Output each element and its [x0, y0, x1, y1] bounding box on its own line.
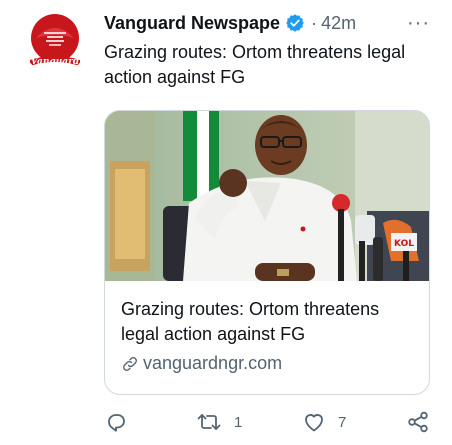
- vanguard-logo-icon: Vanguard: [22, 8, 88, 74]
- card-domain-text: vanguardngr.com: [143, 353, 283, 373]
- retweet-icon: [196, 410, 222, 434]
- like-count: 7: [338, 413, 347, 431]
- retweet-button[interactable]: 1: [196, 410, 242, 434]
- like-button[interactable]: 7: [302, 410, 346, 434]
- heart-icon: [302, 410, 326, 434]
- card-domain[interactable]: vanguardngr.com: [121, 353, 282, 374]
- mic-label: KOL: [394, 239, 414, 249]
- card-image: KOL: [105, 111, 429, 281]
- tweet[interactable]: Vanguard Vanguard Newspape · 42m ··· Gra…: [0, 0, 452, 445]
- share-icon: [406, 410, 430, 434]
- more-icon[interactable]: ···: [407, 12, 430, 35]
- card-title: Grazing routes: Ortom threatens legal ac…: [121, 299, 380, 344]
- reply-icon: [104, 410, 128, 434]
- avatar-brand-text: Vanguard: [31, 57, 80, 67]
- link-card[interactable]: KOL Grazing routes: Ortom threatens lega…: [104, 110, 430, 395]
- verified-badge-icon: [285, 13, 305, 33]
- time-separator: ·: [311, 12, 318, 33]
- action-bar: 1 7: [104, 410, 434, 436]
- tweet-header: Vanguard Newspape · 42m ···: [104, 10, 436, 36]
- tweet-text: Grazing routes: Ortom threatens legal ac…: [104, 42, 406, 87]
- link-icon: [121, 355, 139, 373]
- author-name[interactable]: Vanguard Newspape: [104, 13, 280, 34]
- share-button[interactable]: [406, 410, 430, 434]
- retweet-count: 1: [234, 413, 243, 431]
- tweet-time[interactable]: 42m: [321, 13, 356, 34]
- reply-button[interactable]: [104, 410, 128, 434]
- avatar[interactable]: Vanguard: [22, 8, 88, 74]
